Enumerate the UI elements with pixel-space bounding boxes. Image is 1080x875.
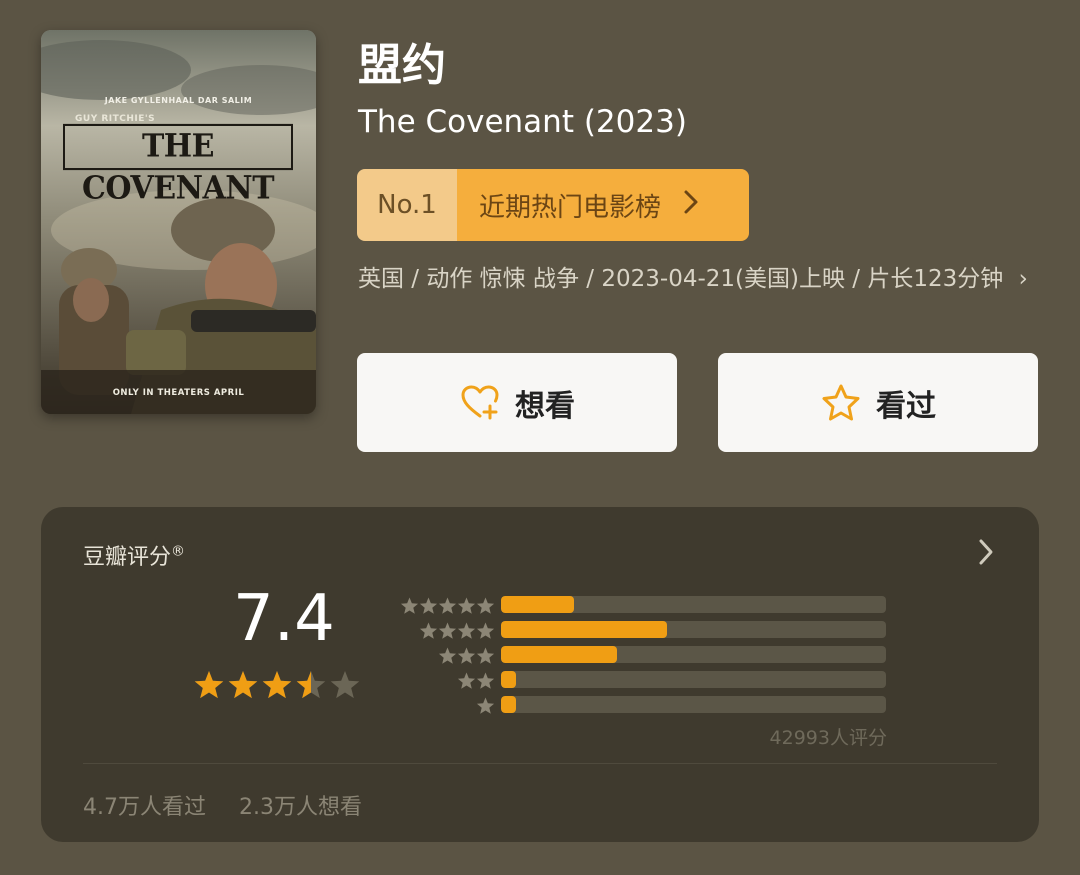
rating-source-label: 豆瓣评分® xyxy=(83,539,185,571)
distribution-stars-icon xyxy=(419,622,495,639)
rank-number: No.1 xyxy=(357,169,457,241)
star-icon xyxy=(476,622,495,639)
rating-label-text: 豆瓣评分 xyxy=(83,545,172,570)
distribution-bar-track xyxy=(501,671,886,688)
distribution-bar-track xyxy=(501,621,886,638)
distribution-row-2-star xyxy=(391,668,889,693)
distribution-bar-track xyxy=(501,646,886,663)
distribution-stars-icon xyxy=(400,597,495,614)
audience-stats: 4.7万人看过 2.3万人想看 xyxy=(83,789,388,821)
distribution-bar-fill xyxy=(501,646,617,663)
distribution-row-1-star xyxy=(391,693,889,718)
poster-title: THE COVENANT xyxy=(63,123,293,207)
star-icon xyxy=(457,597,476,614)
rank-list-link: 近期热门电影榜 xyxy=(457,169,749,241)
star-icon xyxy=(400,597,419,614)
star-icon xyxy=(457,647,476,664)
vote-count: 42993人评分 xyxy=(769,727,887,749)
ranking-badge[interactable]: No.1 近期热门电影榜 xyxy=(357,169,749,241)
distribution-bar-fill xyxy=(501,671,517,688)
star-icon xyxy=(419,597,438,614)
star-icon xyxy=(476,597,495,614)
rating-score: 7.4 xyxy=(233,582,335,656)
star-outline-icon xyxy=(822,384,860,420)
star-filled-icon xyxy=(262,671,292,699)
poster-footer: ONLY IN THEATERS APRIL xyxy=(112,388,245,398)
distribution-bar-track xyxy=(501,696,886,713)
heart-plus-icon xyxy=(461,385,499,419)
want-count: 2.3万人想看 xyxy=(239,795,362,820)
star-filled-icon xyxy=(194,671,224,699)
movie-title-en: The Covenant (2023) xyxy=(358,104,687,140)
distribution-stars-icon xyxy=(476,697,495,714)
rating-stars xyxy=(194,671,360,699)
registered-mark: ® xyxy=(171,543,186,560)
rating-distribution xyxy=(391,593,889,718)
distribution-bar-fill xyxy=(501,621,667,638)
distribution-row-3-star xyxy=(391,643,889,668)
star-icon xyxy=(438,597,457,614)
divider xyxy=(83,763,997,764)
watched-label: 看过 xyxy=(876,388,936,424)
seen-count: 4.7万人看过 xyxy=(83,795,206,820)
movie-poster[interactable]: JAKE GYLLENHAAL DAR SALIM GUY RITCHIE'S … xyxy=(41,30,316,414)
star-icon xyxy=(457,672,476,689)
poster-cast: JAKE GYLLENHAAL DAR SALIM xyxy=(104,96,253,105)
meta-chevron-icon: › xyxy=(1018,266,1028,292)
star-icon xyxy=(457,622,476,639)
star-empty-icon xyxy=(330,671,360,699)
chevron-right-icon[interactable] xyxy=(977,537,995,575)
star-icon xyxy=(438,647,457,664)
want-to-watch-button[interactable]: 想看 xyxy=(357,353,677,452)
rank-list-label: 近期热门电影榜 xyxy=(479,192,662,223)
star-icon xyxy=(438,622,457,639)
distribution-bar-track xyxy=(501,596,886,613)
want-to-watch-label: 想看 xyxy=(515,388,575,424)
distribution-bar-fill xyxy=(501,596,575,613)
meta-text: 英国 / 动作 惊悚 战争 / 2023-04-21(美国)上映 / 片长123… xyxy=(358,266,1004,292)
poster-director: GUY RITCHIE'S xyxy=(75,114,156,124)
poster-artwork xyxy=(41,30,316,414)
distribution-bar-fill xyxy=(501,696,517,713)
star-filled-icon xyxy=(228,671,258,699)
rating-card[interactable]: 豆瓣评分® 7.4 42993人评分 4.7万人看过 2.3万人想看 xyxy=(41,507,1039,842)
distribution-stars-icon xyxy=(438,647,495,664)
watched-button[interactable]: 看过 xyxy=(718,353,1038,452)
star-icon xyxy=(419,622,438,639)
chevron-right-icon xyxy=(683,189,699,222)
distribution-row-5-star xyxy=(391,593,889,618)
distribution-stars-icon xyxy=(457,672,495,689)
star-icon xyxy=(476,647,495,664)
movie-title-cn: 盟约 xyxy=(358,40,446,91)
movie-meta-info[interactable]: 英国 / 动作 惊悚 战争 / 2023-04-21(美国)上映 / 片长123… xyxy=(358,262,1038,296)
distribution-row-4-star xyxy=(391,618,889,643)
star-icon xyxy=(476,672,495,689)
star-icon xyxy=(476,697,495,714)
